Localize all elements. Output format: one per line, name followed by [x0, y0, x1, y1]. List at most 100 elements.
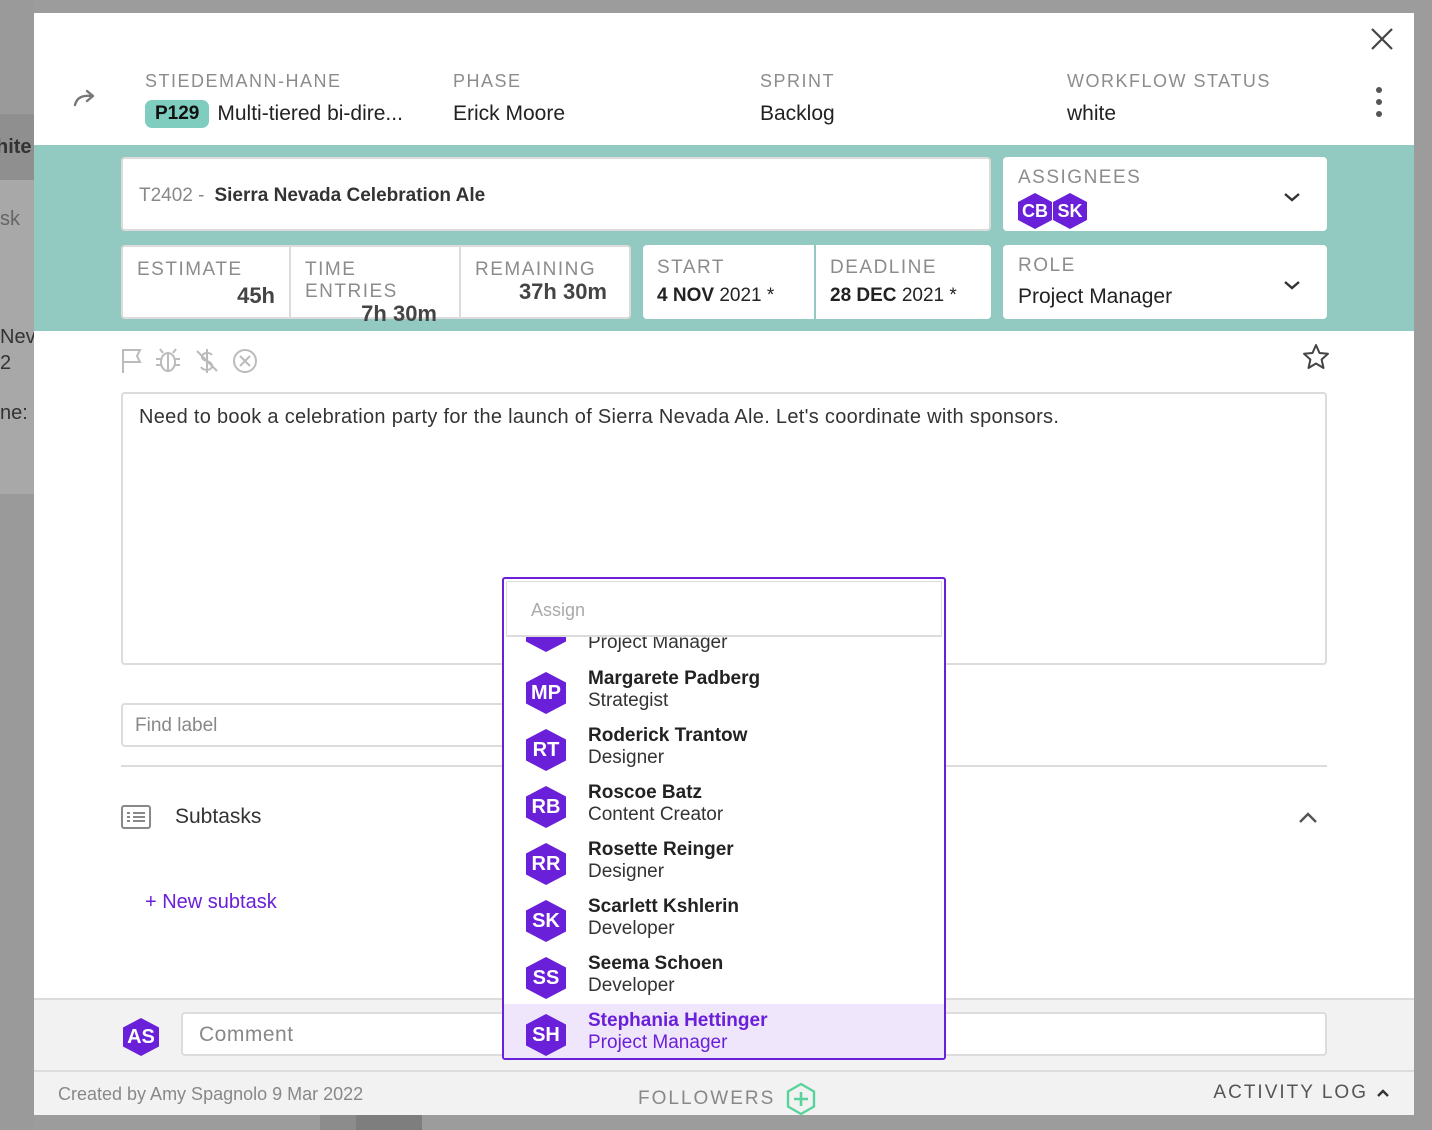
sprint-label: SPRINT — [760, 71, 836, 91]
task-flags-toolbar — [120, 347, 265, 377]
task-title-field[interactable]: T2402 - Sierra Nevada Celebration Ale — [121, 157, 991, 231]
start-date[interactable]: 4 NOV — [657, 285, 714, 306]
assignee-option-role: Content Creator — [588, 804, 724, 825]
remaining-label: REMAINING — [475, 259, 597, 280]
deadline-label: DEADLINE — [830, 257, 938, 278]
time-entries-value: 7h 30m — [361, 301, 437, 326]
time-entries-field[interactable]: TIME ENTRIES 7h 30m — [291, 245, 461, 326]
assignee-option-name: Seema Schoen — [588, 953, 724, 974]
assignee-option-selected[interactable]: SH Stephania Hettinger Project Manager — [504, 1004, 944, 1058]
assignee-option[interactable]: RB Roscoe Batz Content Creator — [504, 776, 944, 833]
assignee-option-avatar: RT — [526, 729, 566, 771]
phase-value[interactable]: Erick Moore — [453, 102, 565, 126]
background-text: sk — [0, 208, 20, 230]
background-card — [0, 114, 34, 494]
current-user-avatar: AS — [123, 1018, 159, 1056]
remaining-field: REMAINING 37h 30m — [461, 245, 631, 319]
background-text: hite — [0, 136, 32, 158]
modal-footer: Created by Amy Spagnolo 9 Mar 2022 FOLLO… — [34, 1070, 1414, 1116]
role-value[interactable]: Project Manager — [1018, 285, 1312, 309]
find-label-input[interactable]: Find label — [121, 703, 511, 747]
chevron-down-icon[interactable] — [1283, 191, 1301, 203]
workflow-value[interactable]: white — [1067, 102, 1271, 126]
background-text: 2 — [0, 352, 12, 374]
no-billing-icon[interactable] — [193, 347, 221, 375]
project-column: STIEDEMANN-HANE P129 Multi-tiered bi-dire… — [145, 71, 403, 128]
assignee-option-avatar: SK — [526, 900, 566, 942]
assignee-option-role: Designer — [588, 747, 665, 768]
created-info: Created by Amy Spagnolo 9 Mar 2022 — [58, 1084, 364, 1104]
estimate-value[interactable]: 45h — [137, 283, 275, 309]
workflow-label: WORKFLOW STATUS — [1067, 71, 1271, 91]
start-date-field[interactable]: START 4 NOV 2021 * — [643, 245, 814, 319]
role-dropdown[interactable]: ROLE Project Manager — [1003, 245, 1327, 319]
deadline-date[interactable]: 28 DEC — [830, 285, 897, 306]
phase-column[interactable]: PHASE Erick Moore — [453, 71, 565, 126]
assignee-avatar[interactable]: CB — [1018, 193, 1052, 229]
activity-log-toggle[interactable]: ACTIVITY LOG — [1213, 1082, 1390, 1104]
deadline-year[interactable]: 2021 * — [902, 285, 957, 306]
task-title[interactable]: Sierra Nevada Celebration Ale — [214, 185, 485, 206]
background-element — [356, 1114, 422, 1130]
subtasks-list-icon — [121, 805, 151, 829]
sprint-value[interactable]: Backlog — [760, 102, 835, 126]
assignee-option-name: Stephania Hettinger — [588, 1010, 768, 1031]
assignee-option[interactable]: RT Roderick Trantow Designer — [504, 719, 944, 776]
project-row[interactable]: P129 Multi-tiered bi-dire... — [145, 100, 403, 128]
assign-dropdown: Assign Project Manager MP Margarete Padb… — [502, 577, 946, 1060]
task-id: T2402 - — [139, 185, 205, 206]
client-name: STIEDEMANN-HANE — [145, 71, 342, 91]
assignee-option[interactable]: MP Margarete Padberg Strategist — [504, 662, 944, 719]
assignee-option-role: Developer — [588, 975, 675, 996]
flag-icon[interactable] — [120, 347, 144, 375]
background-text: Nev — [0, 326, 34, 348]
assignee-option-avatar: RB — [526, 786, 566, 828]
project-badge[interactable]: P129 — [145, 100, 210, 128]
assignee-option-avatar: SH — [526, 1014, 566, 1056]
chevron-up-icon — [1377, 1089, 1389, 1097]
assignee-option-name: Roscoe Batz — [588, 782, 703, 803]
assignee-option-role: Developer — [588, 918, 675, 939]
bug-icon[interactable] — [154, 347, 182, 375]
sprint-column[interactable]: SPRINT Backlog — [760, 71, 835, 126]
project-title[interactable]: Multi-tiered bi-dire... — [217, 102, 403, 125]
chevron-up-icon[interactable] — [1298, 811, 1318, 825]
assignee-option-name: Scarlett Kshlerin — [588, 896, 739, 917]
assignees-dropdown[interactable]: ASSIGNEES CB SK — [1003, 157, 1327, 231]
task-summary-panel: T2402 - Sierra Nevada Celebration Ale ASS… — [34, 145, 1414, 331]
new-subtask-link[interactable]: + New subtask — [145, 891, 277, 914]
workflow-column[interactable]: WORKFLOW STATUS white — [1067, 71, 1271, 126]
estimate-field[interactable]: ESTIMATE 45h — [121, 245, 291, 319]
add-follower-icon[interactable] — [785, 1082, 817, 1116]
background-text: ne: 2 — [0, 402, 34, 424]
role-label: ROLE — [1018, 255, 1076, 276]
background-board: hite sk Nev 2 ne: 2 — [0, 0, 34, 1130]
subtasks-heading: Subtasks — [175, 805, 262, 828]
deadline-field[interactable]: DEADLINE 28 DEC 2021 * — [816, 245, 991, 319]
assignee-option-name: Rosette Reinger — [588, 839, 734, 860]
assignee-option-name: Margarete Padberg — [588, 668, 761, 689]
time-entries-label: TIME ENTRIES — [305, 259, 398, 302]
redo-arrow-icon[interactable] — [72, 87, 98, 111]
assignee-option-role: Strategist — [588, 690, 669, 711]
assignees-label: ASSIGNEES — [1018, 167, 1142, 188]
star-icon[interactable] — [1302, 343, 1330, 371]
more-options-icon[interactable] — [1376, 87, 1384, 119]
phase-label: PHASE — [453, 71, 522, 91]
followers-label: FOLLOWERS — [638, 1088, 776, 1109]
task-header: STIEDEMANN-HANE P129 Multi-tiered bi-dire… — [34, 13, 1414, 145]
followers-section[interactable]: FOLLOWERS — [638, 1082, 817, 1116]
assignee-option[interactable]: SS Seema Schoen Developer — [504, 947, 944, 1004]
assignee-option-avatar: SS — [526, 957, 566, 999]
assignee-avatar[interactable]: SK — [1053, 193, 1087, 229]
blocked-icon[interactable] — [231, 347, 259, 375]
assignee-option-avatar: MP — [526, 672, 566, 714]
start-year[interactable]: 2021 * — [719, 285, 774, 306]
chevron-down-icon[interactable] — [1283, 279, 1301, 291]
start-label: START — [657, 257, 726, 278]
assignee-options-list[interactable]: Project Manager MP Margarete Padberg Str… — [504, 610, 944, 1058]
assignee-option[interactable]: RR Rosette Reinger Designer — [504, 833, 944, 890]
assign-search-input[interactable]: Assign — [506, 581, 942, 637]
assignee-option[interactable]: SK Scarlett Kshlerin Developer — [504, 890, 944, 947]
assignee-option-avatar: RR — [526, 843, 566, 885]
